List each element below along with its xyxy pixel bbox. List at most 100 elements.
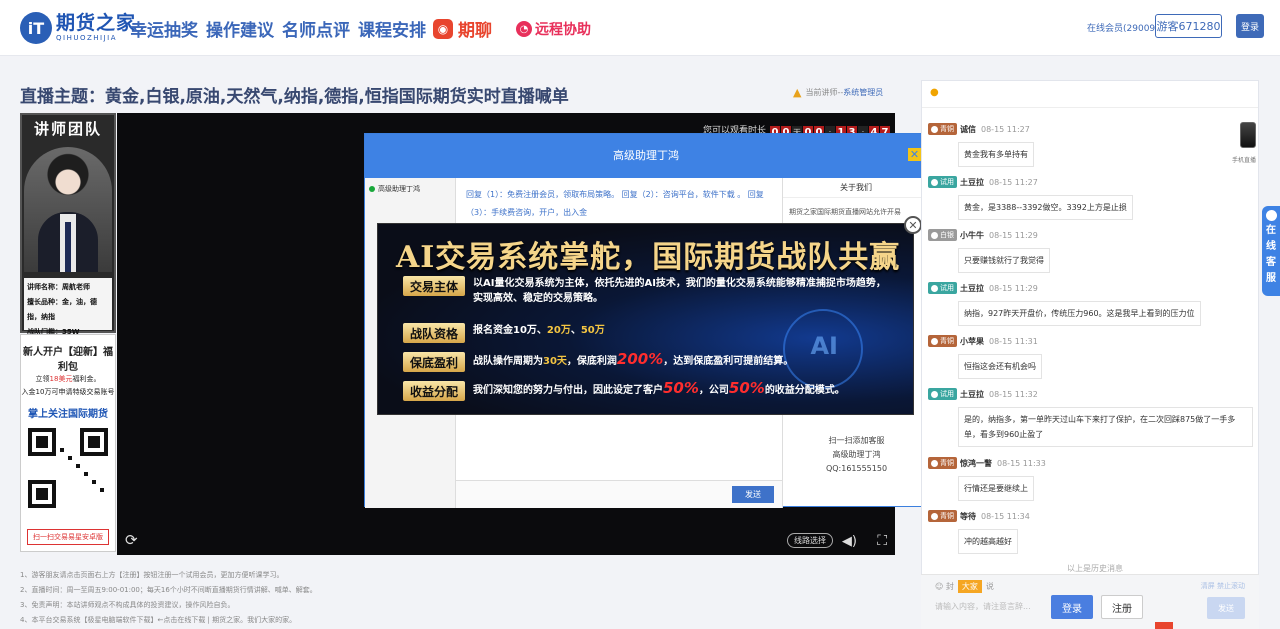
about-title: 关于我们 — [783, 178, 929, 198]
chat-username[interactable]: 惊鸿一瞥 — [960, 458, 992, 469]
banner-text: 以AI量化交易系统为主体，依托先进的AI技术，我们的量化交易系统能够精准捕捉市场… — [473, 278, 886, 304]
chat-username[interactable]: 土豆拉 — [960, 177, 984, 188]
online-dot-icon — [369, 186, 375, 192]
emoji-icon[interactable]: ☺ — [935, 582, 943, 591]
promo-banner[interactable]: AI AI交易系统掌舵，国际期货战队共赢 交易主体 以AI量化交易系统为主体，依托… — [377, 223, 914, 415]
contact-item[interactable]: 高级助理丁鸿 — [365, 178, 455, 200]
scan-download-button[interactable]: 扫一扫交易易星安卓版 — [27, 529, 109, 545]
fullscreen-icon[interactable]: ⛶ — [877, 533, 887, 549]
chat-bubble: 恒指这会还有机会吗 — [958, 354, 1042, 379]
role-badge: 青铜 — [928, 510, 957, 522]
nav-course-schedule[interactable]: 课程安排 — [358, 16, 426, 41]
chat-username[interactable]: 等待 — [960, 511, 976, 522]
chat-message: 试用 土豆拉 08-15 11:29 纳指，927昨天开盘价，传统压力960。这是我早… — [928, 282, 1201, 326]
history-divider: 以上是历史消息 — [1067, 564, 1123, 573]
teacher-name: 讲师名称：周航老师 — [27, 283, 90, 291]
service-icon — [1265, 210, 1277, 221]
chat-bubble: 只要赚钱就行了我觉得 — [958, 248, 1050, 273]
logo-main-text: 期货之家 — [56, 12, 137, 34]
header-login-button[interactable]: 登录 — [1236, 14, 1264, 38]
role-badge: 白银 — [928, 229, 957, 241]
teacher-photo — [24, 147, 112, 272]
promo-line-1: 立领18美元福利金。 — [35, 375, 101, 383]
lecturer-label: 当前讲师-- — [805, 88, 844, 97]
site-logo[interactable]: iT 期货之家 QIHUOZHIJIA — [20, 12, 136, 44]
promo-panel: 新人开户【迎新】福利包 立领18美元福利金。 入金10万可申请特级交易账号 掌上… — [20, 334, 116, 552]
chat-time: 08-15 11:32 — [989, 389, 1038, 399]
chat-username[interactable]: 诚信 — [960, 124, 976, 135]
nav-trade-advice[interactable]: 操作建议 — [206, 16, 274, 41]
chat-time: 08-15 11:31 — [989, 336, 1038, 346]
assistant-input[interactable]: 发送 — [456, 480, 782, 508]
role-icon — [931, 390, 938, 398]
phone-live-label: 手机直播 — [1232, 157, 1257, 164]
remote-assist-link[interactable]: ◔ 远程协助 — [516, 19, 591, 39]
banner-text: 战队操作周期为30天，保底利润200%，达到保底盈利可提前结算。 — [473, 350, 794, 368]
nav-lucky-draw[interactable]: 幸运抽奖 — [130, 16, 198, 41]
chat-register-button[interactable]: 注册 — [1101, 595, 1143, 619]
chat-bubble: 黄金我有多单持有 — [958, 142, 1034, 167]
close-icon[interactable]: ✕ — [908, 148, 921, 161]
banner-row: 保底盈利 战队操作周期为30天，保底利润200%，达到保底盈利可提前结算。 — [403, 352, 893, 372]
chat-bubble-icon: ◉ — [433, 18, 453, 39]
banner-tag: 保底盈利 — [403, 352, 465, 372]
banner-close-icon[interactable]: ✕ — [904, 216, 922, 234]
top-header: iT 期货之家 QIHUOZHIJIA 幸运抽奖 操作建议 名师点评 课程安排 … — [0, 0, 1280, 56]
role-icon — [931, 178, 938, 186]
promo-title: 新人开户【迎新】福利包 — [23, 347, 113, 373]
chat-time: 08-15 11:34 — [981, 511, 1030, 521]
chat-login-button[interactable]: 登录 — [1051, 595, 1093, 619]
banner-text: 我们深知您的努力与付出，因此设定了客户50%，公司50%的收益分配模式。 — [473, 379, 845, 397]
logo-sub-text: QIHUOZHIJIA — [56, 34, 118, 42]
phone-icon[interactable] — [1240, 122, 1256, 148]
online-service-tab[interactable]: 在 线 客 服 — [1262, 206, 1280, 296]
notice-item[interactable]: 4、本平台交易系统【极星电脑端软件下载】←点击在线下载 | 期货之家。我们大家的… — [20, 613, 900, 628]
banner-tag: 战队资格 — [403, 323, 465, 343]
volume-icon[interactable]: ◀) — [842, 534, 857, 549]
qiliao-label: 期聊 — [458, 21, 492, 41]
main-nav: 幸运抽奖 操作建议 名师点评 课程安排 — [130, 16, 434, 41]
qiliao-link[interactable]: ◉ 期聊 — [433, 16, 492, 41]
chat-username[interactable]: 土豆拉 — [960, 389, 984, 400]
notice-item: 2、直播时间：周一至周五9:00-01:00；每天16个小时不间断直播期货行情讲… — [20, 586, 317, 594]
chat-username[interactable]: 小苹果 — [960, 336, 984, 347]
role-badge: 青铜 — [928, 457, 957, 469]
chat-send-button[interactable]: 发送 — [1207, 597, 1245, 619]
page-title: 直播主题：黄金,白银,原油,天然气,纳指,德指,恒指国际期货实时直播喊单 — [20, 87, 569, 107]
visitor-id-button[interactable]: 游客671280 — [1155, 14, 1222, 38]
chat-bubble: 纳指，927昨天开盘价，传统压力960。这是我早上看到的压力位 — [958, 301, 1201, 326]
teacher-panel-title: 讲师团队 — [33, 120, 102, 138]
notice-item: 3、免责声明：本站讲师观点不构成具体的投资建议，操作风险自负。 — [20, 601, 235, 609]
chat-panel: ● 青铜 诚信 08-15 11:27 黄金我有多单持有 试用 土豆拉 08-15 11:2… — [921, 80, 1259, 629]
teacher-panel: 讲师团队 讲师名称：周航老师 擅长品种：金，油，德指，纳指 战队门槛：35W — [20, 113, 116, 336]
chat-bubble: 行情还是要继续上 — [958, 476, 1034, 501]
chat-screen-controls[interactable]: 清屏 禁止滚动 — [1201, 581, 1245, 591]
nav-teacher-review[interactable]: 名师点评 — [282, 16, 350, 41]
banner-row: 交易主体 以AI量化交易系统为主体，依托先进的AI技术，我们的量化交易系统能够精准… — [403, 276, 893, 306]
banner-text: 报名资金10万、20万、50万 — [473, 325, 605, 336]
corner-marker — [1155, 622, 1173, 629]
teacher-specialty: 擅长品种：金，油，德指，纳指 — [27, 298, 97, 321]
scan-info: 扫一扫添加客服 高级助理丁鸿 QQ:161555150 — [825, 436, 888, 473]
role-icon — [931, 231, 938, 239]
tool-everyone[interactable]: 大家 — [957, 580, 982, 593]
chat-text-input[interactable]: 请输入内容，请注意言辞... — [935, 601, 1031, 612]
role-icon — [931, 512, 938, 520]
user-icon: ▲ — [793, 86, 802, 99]
chat-username[interactable]: 小牛牛 — [960, 230, 984, 241]
chat-toolbar: ☺ 封 大家 说 — [935, 580, 994, 593]
contact-name: 高级助理丁鸿 — [378, 185, 420, 193]
chat-time: 08-15 11:29 — [989, 230, 1038, 240]
chat-username[interactable]: 土豆拉 — [960, 283, 984, 294]
announcement-bar: ● — [922, 81, 1258, 108]
chat-input-area: ☺ 封 大家 说 清屏 禁止滚动 请输入内容，请注意言辞... 登录 注册 发送 — [921, 574, 1259, 629]
chat-message: 青铜 惊鸿一瞥 08-15 11:33 行情还是要继续上 — [928, 457, 1046, 501]
teacher-info: 讲师名称：周航老师 擅长品种：金，油，德指，纳指 战队门槛：35W — [24, 278, 112, 336]
assistant-send-button[interactable]: 发送 — [732, 486, 774, 503]
refresh-icon[interactable]: ⟳ — [125, 531, 138, 549]
chat-time: 08-15 11:29 — [989, 283, 1038, 293]
chat-time: 08-15 11:27 — [989, 177, 1038, 187]
line-select-button[interactable]: 线路选择 — [787, 533, 833, 548]
role-badge: 试用 — [928, 282, 957, 294]
lecturer-name-link[interactable]: 系统管理员 — [843, 87, 883, 98]
